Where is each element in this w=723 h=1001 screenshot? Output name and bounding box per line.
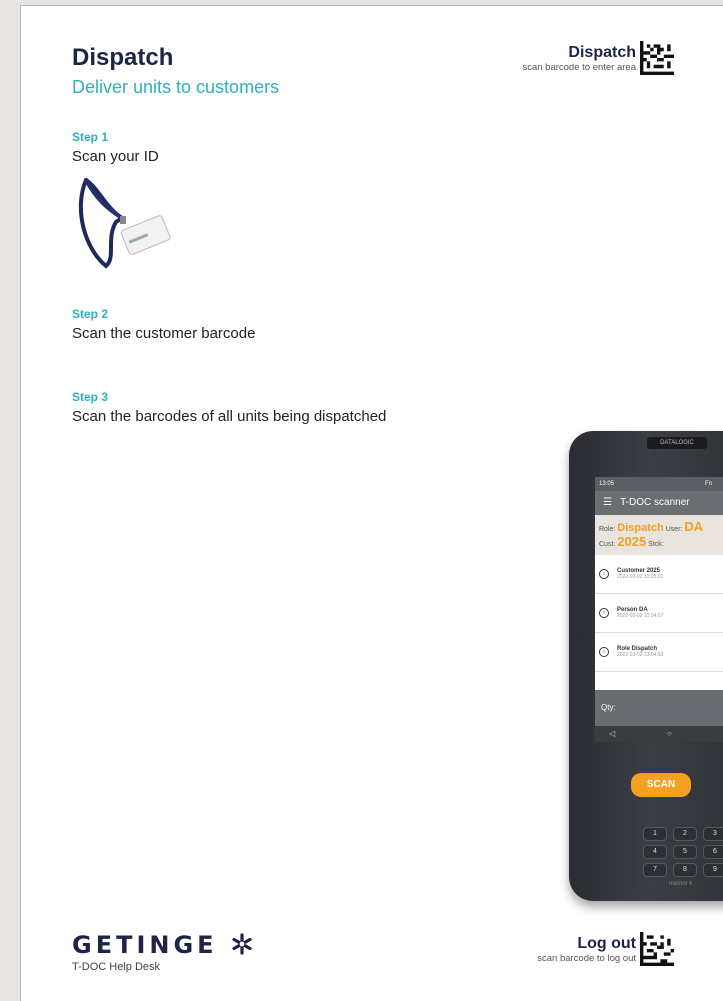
step-number: Step 1 <box>72 130 109 144</box>
logout-barcode-icon[interactable] <box>640 932 674 966</box>
area-barcode-icon[interactable] <box>640 41 674 75</box>
step-number: Step 3 <box>72 390 109 404</box>
scanner-app-bar: ☰ T-DOC scanner <box>595 491 723 515</box>
area-barcode-block[interactable]: Dispatch scan barcode to enter area <box>522 41 674 75</box>
list-item: i Role Dispatch 2022-03-02 13:04:53 <box>595 633 723 672</box>
stck-label: Stck: <box>648 541 664 548</box>
scanner-time: 13:05 <box>599 481 615 487</box>
key-8: 8 <box>673 863 697 877</box>
scanner-status-bar: 13:05 Fn <box>595 477 723 491</box>
role-label: Role: <box>599 526 616 533</box>
getinge-logo: GETINGE T-DOC Help Desk <box>72 931 254 973</box>
android-nav-bar: ◁ ○ <box>595 726 723 742</box>
page-subtitle: Deliver units to customers <box>72 77 280 97</box>
page-title: Dispatch <box>72 44 174 71</box>
step-text: Scan your ID <box>72 148 159 165</box>
info-icon: i <box>599 608 609 618</box>
info-icon: i <box>599 569 609 579</box>
key-9: 9 <box>703 863 723 877</box>
help-sheet: Dispatch Deliver units to customers Disp… <box>20 5 723 1001</box>
brand-name: GETINGE <box>72 931 218 959</box>
back-icon: ◁ <box>609 729 616 738</box>
step-text: Scan the barcodes of all units being dis… <box>72 408 387 425</box>
area-barcode-hint: scan barcode to enter area <box>522 61 636 73</box>
step-2: Step 2 Scan the customer barcode <box>72 307 255 342</box>
scanner-model: memor k <box>669 881 693 887</box>
id-badge-lanyard-image <box>78 178 171 269</box>
menu-icon: ☰ <box>603 497 612 508</box>
help-desk-label: T-DOC Help Desk <box>72 961 161 973</box>
key-3: 3 <box>703 827 723 841</box>
logout-label: Log out <box>577 934 636 952</box>
key-2: 2 <box>673 827 697 841</box>
key-4: 4 <box>643 845 667 859</box>
user-value: DA <box>684 519 704 534</box>
scanner-fn: Fn <box>705 481 713 487</box>
step-text: Scan the customer barcode <box>72 325 256 342</box>
scanner-brand: DATALOGIC <box>647 437 707 449</box>
key-6: 6 <box>703 845 723 859</box>
scanner-app-title: T-DOC scanner <box>620 497 690 508</box>
home-icon: ○ <box>667 729 672 738</box>
role-value: Dispatch <box>617 522 664 534</box>
logout-barcode-block[interactable]: Log out scan barcode to log out <box>537 932 674 966</box>
list-item: i Person DA 2022-03-02 13:04:57 <box>595 594 723 633</box>
area-barcode-label: Dispatch <box>568 43 636 61</box>
cust-value: 2025 <box>617 534 647 549</box>
list-item: i Customer 2025 2022-03-02 13:05:01 <box>595 555 723 594</box>
step-number: Step 2 <box>72 307 109 321</box>
scan-key: SCAN <box>631 773 691 797</box>
qty-field: Qty: <box>595 690 723 726</box>
scanner-screen: 13:05 Fn ☰ T-DOC scanner Role: Dispatch … <box>595 477 723 742</box>
key-7: 7 <box>643 863 667 877</box>
step-1: Step 1 Scan your ID <box>72 130 159 165</box>
step-3: Step 3 Scan the barcodes of all units be… <box>72 390 386 425</box>
cust-label: Cust: <box>599 541 616 548</box>
info-icon: i <box>599 647 609 657</box>
key-1: 1 <box>643 827 667 841</box>
handheld-scanner-image: DATALOGIC 13:05 Fn ☰ T-DOC scanner Role:… <box>569 431 723 901</box>
key-5: 5 <box>673 845 697 859</box>
getinge-star-icon <box>232 933 252 955</box>
user-label: User: <box>665 526 683 533</box>
logout-hint: scan barcode to log out <box>537 952 636 964</box>
scanner-role-bar: Role: Dispatch User: DA Cust: 2025 Stck: <box>595 515 723 555</box>
